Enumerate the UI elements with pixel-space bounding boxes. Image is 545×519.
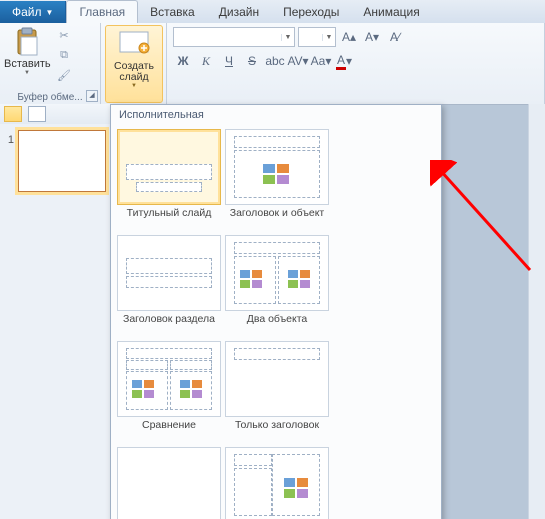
paste-button[interactable]: Вставить ▼	[4, 25, 50, 87]
tab-transitions[interactable]: Переходы	[271, 1, 351, 23]
char-spacing-button[interactable]: AV▾	[288, 51, 308, 71]
layout-title-only[interactable]: Только заголовок	[225, 341, 329, 443]
slide-thumbnail[interactable]: 1	[4, 130, 106, 192]
strike-button[interactable]: S	[242, 51, 262, 71]
vertical-scrollbar[interactable]	[528, 104, 545, 519]
gallery-header: Исполнительная	[111, 105, 441, 125]
tab-file[interactable]: Файл▼	[0, 1, 66, 23]
layout-caption: Заголовок раздела	[117, 313, 221, 337]
chevron-down-icon: ▼	[46, 8, 54, 17]
slide-number: 1	[4, 130, 14, 192]
new-slide-label: Создать слайд	[106, 61, 162, 83]
tab-home[interactable]: Главная	[66, 0, 138, 23]
paste-label: Вставить	[4, 58, 50, 70]
annotation-arrow-icon	[430, 160, 540, 280]
group-clipboard: Вставить ▼ ✂ ⧉ 🖌 Буфер обме... ◢	[0, 23, 101, 104]
layout-caption: Титульный слайд	[117, 207, 221, 231]
layout-blank[interactable]: Пустой слайд	[117, 447, 221, 519]
shadow-button[interactable]: abc	[265, 51, 285, 71]
font-size-combo[interactable]: ▼	[298, 27, 336, 47]
format-painter-icon[interactable]: 🖌	[56, 67, 72, 83]
layout-caption: Только заголовок	[225, 419, 329, 443]
bold-button[interactable]: Ж	[173, 51, 193, 71]
content-icon	[240, 270, 264, 288]
thumbnails-view-icon[interactable]	[4, 106, 22, 122]
clipboard-icon	[12, 27, 42, 57]
slide-preview	[18, 130, 106, 192]
slide-layout-gallery: Исполнительная Титульный слайд Заголовок…	[110, 104, 442, 519]
font-name-combo[interactable]: ▼	[173, 27, 295, 47]
new-slide-button[interactable]: Создать слайд ▼	[105, 25, 163, 103]
panel-view-toggle	[0, 104, 114, 125]
layout-caption: Заголовок и объект	[225, 207, 329, 231]
chevron-down-icon: ▼	[4, 70, 50, 76]
clipboard-mini: ✂ ⧉ 🖌	[56, 27, 72, 83]
chevron-down-icon: ▼	[106, 83, 162, 89]
tab-design[interactable]: Дизайн	[207, 1, 271, 23]
content-icon	[288, 270, 312, 288]
tab-insert[interactable]: Вставка	[138, 1, 207, 23]
tab-animation[interactable]: Анимация	[351, 1, 431, 23]
grow-font-icon[interactable]: A▴	[339, 27, 359, 47]
clear-format-icon[interactable]: A∕	[385, 27, 405, 47]
cut-icon[interactable]: ✂	[56, 27, 72, 43]
group-label-clipboard: Буфер обме...	[17, 92, 82, 103]
content-icon	[180, 380, 204, 398]
content-icon	[284, 478, 310, 498]
layout-content-caption[interactable]: Объект с подписью	[225, 447, 329, 519]
content-icon	[263, 164, 291, 184]
shrink-font-icon[interactable]: A▾	[362, 27, 382, 47]
new-slide-icon	[117, 29, 151, 57]
content-icon	[132, 380, 156, 398]
italic-button[interactable]: К	[196, 51, 216, 71]
slide-thumbnail-pane: 1	[0, 124, 111, 519]
layout-two-content[interactable]: Два объекта	[225, 235, 329, 337]
copy-icon[interactable]: ⧉	[56, 47, 72, 63]
layout-title-content[interactable]: Заголовок и объект	[225, 129, 329, 231]
font-color-button[interactable]: A▾	[334, 51, 354, 71]
layout-caption: Сравнение	[117, 419, 221, 443]
outline-view-icon[interactable]	[28, 106, 46, 122]
layout-caption: Два объекта	[225, 313, 329, 337]
layout-title-slide[interactable]: Титульный слайд	[117, 129, 221, 231]
change-case-button[interactable]: Aa▾	[311, 51, 331, 71]
layout-section-header[interactable]: Заголовок раздела	[117, 235, 221, 337]
dialog-launcher-icon[interactable]: ◢	[86, 90, 98, 102]
underline-button[interactable]: Ч	[219, 51, 239, 71]
ribbon-tabs: Файл▼ Главная Вставка Дизайн Переходы Ан…	[0, 0, 545, 23]
layout-comparison[interactable]: Сравнение	[117, 341, 221, 443]
group-slides: Создать слайд ▼	[101, 23, 167, 104]
ribbon: Вставить ▼ ✂ ⧉ 🖌 Буфер обме... ◢ Создать …	[0, 23, 545, 105]
